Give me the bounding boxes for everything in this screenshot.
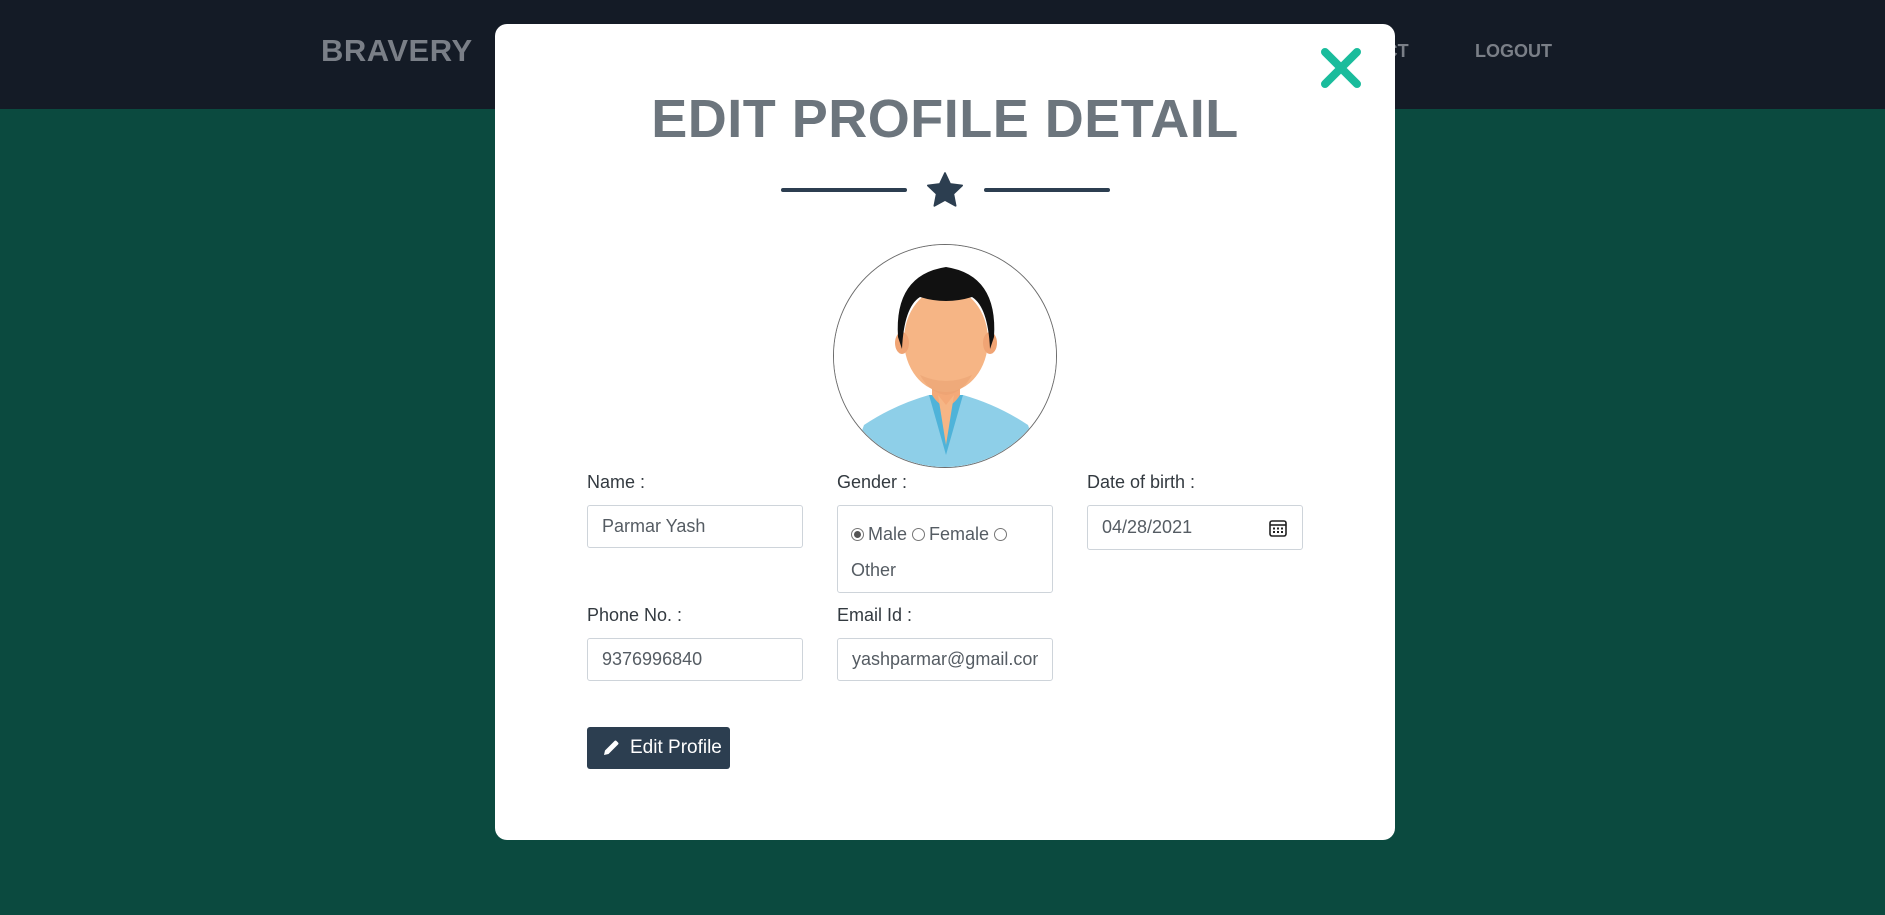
edit-profile-label: Edit Profile [630,737,722,758]
gender-male-label: Male [868,524,908,544]
phone-label: Phone No. : [587,605,683,625]
user-avatar-icon [834,245,1056,467]
email-input[interactable] [837,638,1053,681]
divider-left [781,188,907,192]
star-icon [927,172,963,207]
close-button[interactable] [1318,45,1364,91]
modal-overlay: EDIT PROFILE DETAIL Name : Gender : [0,0,1885,915]
radio-other[interactable] [994,528,1008,541]
email-label: Email Id : [837,605,913,625]
close-icon [1321,48,1361,88]
edit-profile-modal: EDIT PROFILE DETAIL Name : Gender : [495,24,1395,840]
gender-other-label: Other [851,560,897,580]
edit-profile-button[interactable]: Edit Profile [587,727,730,769]
dob-label: Date of birth : [1087,472,1196,492]
gender-radio-group: Male Female Other [837,505,1053,593]
gender-female-label: Female [929,524,990,544]
radio-male[interactable] [851,528,864,541]
name-input[interactable] [587,505,803,548]
dob-value: 04/28/2021 [1102,517,1193,537]
gender-option-male[interactable]: Male [851,524,907,544]
pencil-icon [604,740,619,755]
calendar-icon[interactable] [1268,518,1288,538]
modal-title: EDIT PROFILE DETAIL [651,89,1239,149]
profile-avatar[interactable] [833,244,1057,468]
divider-right [984,188,1110,192]
gender-label: Gender : [837,472,908,492]
dob-input[interactable]: 04/28/2021 [1087,505,1303,550]
name-label: Name : [587,472,646,492]
phone-input[interactable] [587,638,803,681]
radio-female[interactable] [912,528,926,541]
gender-option-female[interactable]: Female [912,524,989,544]
